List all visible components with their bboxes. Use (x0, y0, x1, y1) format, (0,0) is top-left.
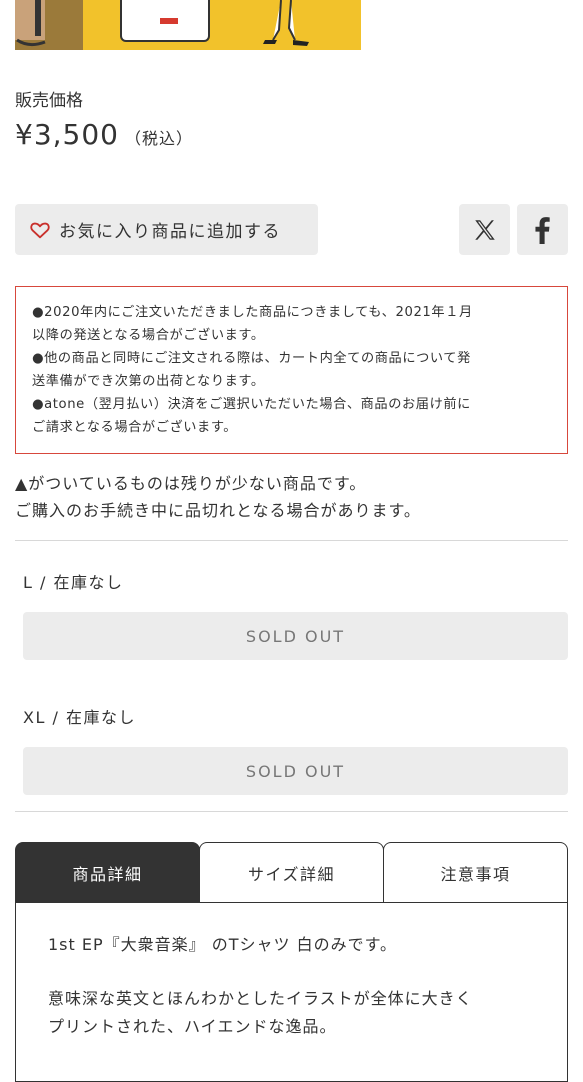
shipping-notice: ●2020年内にご注文いただきました商品につきましても、2021年１月 以降の発… (15, 286, 568, 454)
description-line: 1st EP『大衆音楽』 のTシャツ 白のみです。 (48, 935, 397, 954)
tax-note: （税込） (124, 129, 193, 148)
share-x-button[interactable] (459, 204, 510, 255)
price-label: 販売価格 (15, 91, 83, 111)
facebook-icon (534, 216, 550, 244)
sold-out-button-l[interactable]: SOLD OUT (23, 612, 568, 660)
add-to-favorites-button[interactable]: お気に入り商品に追加する (15, 204, 318, 255)
tab-notes[interactable]: 注意事項 (383, 842, 568, 902)
notice-line: 送準備ができ次第の出荷となります。 (32, 374, 265, 389)
divider (15, 540, 568, 541)
stock-warning-line: ▲がついているものは残りが少ない商品です。 (15, 474, 367, 493)
add-to-favorites-label: お気に入り商品に追加する (59, 222, 281, 242)
share-facebook-button[interactable] (517, 204, 568, 255)
tab-content-panel: 1st EP『大衆音楽』 のTシャツ 白のみです。 意味深な英文とほんわかとした… (15, 902, 568, 1082)
description-line: 意味深な英文とほんわかとしたイラストが全体に大きく (48, 989, 473, 1008)
variant-label-xl: XL / 在庫なし (23, 708, 136, 727)
notice-line: ●他の商品と同時にご注文される際は、カート内全ての商品について発 (32, 351, 471, 366)
stock-warning: ▲がついているものは残りが少ない商品です。 ご購入のお手続き中に品切れとなる場合… (15, 470, 421, 524)
tab-size-details[interactable]: サイズ詳細 (199, 842, 384, 902)
notice-line: ●atone（翌月払い）決済をご選択いただいた場合、商品のお届け前に (32, 397, 471, 412)
tab-product-details[interactable]: 商品詳細 (15, 842, 200, 902)
variant-label-l: L / 在庫なし (23, 573, 124, 592)
notice-line: 以降の発送となる場合がございます。 (32, 328, 265, 343)
illustration-legs (263, 0, 309, 46)
notice-line: ●2020年内にご注文いただきました商品につきましても、2021年１月 (32, 305, 473, 320)
x-logo-icon (474, 219, 495, 240)
notice-line: ご請求となる場合がございます。 (32, 420, 238, 435)
illustration-bag-logo (160, 18, 178, 24)
description-line: プリントされた、ハイエンドな逸品。 (48, 1017, 337, 1036)
divider (15, 811, 568, 812)
illustration-bag (120, 0, 210, 42)
product-image[interactable] (15, 0, 361, 50)
price-value: ¥3,500 (15, 118, 119, 151)
product-tabs: 商品詳細 サイズ詳細 注意事項 (15, 842, 568, 902)
stock-warning-line: ご購入のお手続き中に品切れとなる場合があります。 (15, 501, 421, 520)
illustration-figure (15, 0, 46, 47)
product-price: ¥3,500 （税込） (15, 118, 193, 151)
heart-icon (30, 222, 50, 238)
sold-out-button-xl[interactable]: SOLD OUT (23, 747, 568, 795)
